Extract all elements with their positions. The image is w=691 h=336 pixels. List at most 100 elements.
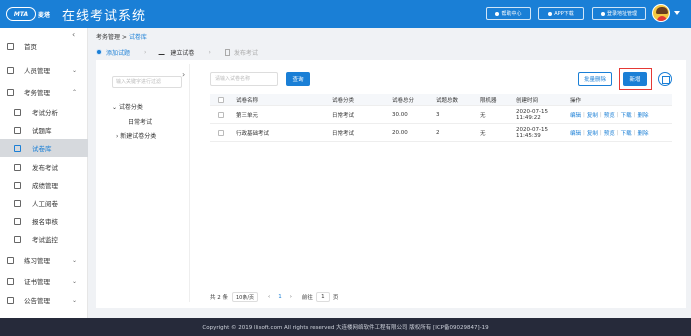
copy-link[interactable]: 复制 [587,111,598,119]
copy-link[interactable]: 复制 [587,129,598,137]
download-link[interactable]: 下载 [621,111,632,119]
column-header: 试题总数 [436,97,459,104]
table-cell: 2 [436,129,440,136]
table-header: 试卷名称 试卷分类 试卷总分 试题总数 限机器 创建时间 操作 [210,94,672,106]
edit-link[interactable]: 编辑 [570,111,581,119]
sidebar-item[interactable]: 试卷库 [0,139,88,157]
row-checkbox[interactable] [218,111,224,118]
select-all-checkbox[interactable] [218,96,224,103]
login-address-button[interactable]: 登录地址管理 [592,7,646,20]
query-button[interactable]: 查询 [286,72,310,86]
download-link[interactable]: 下载 [621,129,632,137]
breadcrumb-sep: > [120,34,129,41]
column-header: 试卷分类 [332,97,355,104]
sidebar-item[interactable]: 成绩管理 [0,176,88,194]
analysis-icon [14,108,21,116]
help-center-button[interactable]: 帮助中心 [486,7,531,20]
sidebar-item-label: 公告管理 [24,297,50,305]
sidebar-item[interactable]: 人工阅卷 [0,194,88,212]
tree-filter-input[interactable]: 输入关键字进行过滤 [112,76,182,88]
fullscreen-icon[interactable] [658,72,672,86]
notice-icon [7,296,14,304]
sidebar-item[interactable]: 考试监控 [0,230,88,248]
sidebar-item[interactable]: 练习管理 ⌄ [0,251,88,269]
table-cell: 无 [480,112,486,119]
breadcrumb-parent[interactable]: 考务管理 [96,34,120,41]
sidebar-item-label: 成绩管理 [32,182,58,190]
sidebar-item[interactable]: 证书管理 ⌄ [0,272,88,290]
logo-sub: 麦塔 [38,11,51,19]
table-cell: 日常考试 [332,130,355,137]
sidebar-item[interactable]: 首页 [0,37,88,55]
paper-table: 试卷名称 试卷分类 试卷总分 试题总数 限机器 创建时间 操作 第三单元 日常考试… [210,94,672,142]
sidebar: ‹ 首页 人员管理 ⌄ 考务管理 ⌃ 考试分析 试题库 试卷库 发布考试 成绩管理 人工阅卷 报名审核… [0,28,88,318]
user-icon [7,66,14,74]
chevron-icon: ⌃ [72,88,78,96]
table-cell: 第三单元 [236,112,259,119]
sidebar-item[interactable]: 公告管理 ⌄ [0,291,88,309]
action-separator: | [616,111,619,118]
paper-search-input[interactable]: 请输入试卷名称 [210,72,278,86]
next-page-button[interactable]: › [290,294,292,300]
sidebar-item[interactable]: 报名审核 [0,212,88,230]
page-number[interactable]: 1 [278,294,282,300]
step-label: 建立试卷 [170,49,195,57]
select-all-cell [210,94,232,105]
sidebar-item[interactable]: 考试分析 [0,103,88,121]
delete-link[interactable]: 删除 [638,111,649,119]
sidebar-item-label: 报名审核 [32,218,58,226]
table-cell: 行政基础考试 [236,130,270,137]
column-header: 创建时间 [516,97,539,104]
goto-page-input[interactable]: 1 [315,292,330,302]
tree-node-new-category[interactable]: › 新建试卷分类 [116,131,156,140]
chevron-icon: ⌄ [72,256,78,264]
preview-link[interactable]: 预览 [604,111,615,119]
login-address-label: 登录地址管理 [606,11,637,17]
app-download-button[interactable]: APP下载 [538,7,584,20]
step-build-paper[interactable]: 建立试卷 [158,48,195,57]
audit-icon [14,217,21,225]
tree-collapse-button[interactable]: › [182,70,185,79]
page-size-select[interactable]: 10条/页 [232,292,258,302]
table-row[interactable]: 行政基础考试 日常考试 20.00 2 无 2020-07-15 11:45:39 编辑 | 复… [210,124,672,142]
sidebar-item-label: 发布考试 [32,164,58,172]
app-header: MTA 麦塔 在线考试系统 帮助中心 APP下载 登录地址管理 [0,0,691,28]
chevron-icon: ⌄ [72,277,78,285]
sidebar-item-label: 试题库 [32,127,52,135]
prev-page-button[interactable]: ‹ [268,294,270,300]
step-active-icon [96,49,102,55]
preview-link[interactable]: 预览 [604,129,615,137]
add-button[interactable]: 新增 [623,72,647,86]
main-panel: › 输入关键字进行过滤 ⌄ 试卷分类 日常考试 › 新建试卷分类 请输入试卷名称… [96,60,686,308]
sidebar-item[interactable]: 发布考试 [0,158,88,176]
table-cell: 日常考试 [332,112,355,119]
tree-node-daily-exam[interactable]: 日常考试 [128,117,152,126]
table-cell: 30.00 [392,111,408,118]
table-cell: 2020-07-15 11:45:39 [516,126,548,139]
sidebar-item[interactable]: 人员管理 ⌄ [0,61,88,79]
avatar[interactable] [652,4,670,22]
chevron-icon: ⌄ [72,296,78,304]
sidebar-item[interactable]: 考务管理 ⌃ [0,83,88,101]
delete-link[interactable]: 删除 [638,129,649,137]
row-select-cell [210,106,232,123]
step-add-questions[interactable]: 添加试题 [96,48,130,57]
table-cell: 无 [480,130,486,137]
edit-link[interactable]: 编辑 [570,129,581,137]
table-cell: 20.00 [392,129,408,136]
batch-delete-button[interactable]: 批量删除 [578,72,612,86]
step-publish-exam[interactable]: 发布考试 [224,48,258,57]
table-cell: 3 [436,111,440,118]
sidebar-item-label: 试卷库 [32,145,52,153]
row-checkbox[interactable] [218,129,224,136]
step-bar: 添加试题 › 建立试卷 › 发布考试 [96,44,272,60]
step-label: 发布考试 [233,49,258,57]
action-separator: | [599,111,602,118]
chevron-down-icon[interactable] [674,11,680,15]
sidebar-item[interactable]: 试题库 [0,121,88,139]
sidebar-item-label: 人员管理 [24,67,50,75]
table-row[interactable]: 第三单元 日常考试 30.00 3 无 2020-07-15 11:49:22 编辑 | 复制 |… [210,106,672,124]
tree-node-root[interactable]: ⌄ 试卷分类 [112,102,143,111]
column-header: 试卷总分 [392,97,415,104]
action-separator: | [633,111,636,118]
